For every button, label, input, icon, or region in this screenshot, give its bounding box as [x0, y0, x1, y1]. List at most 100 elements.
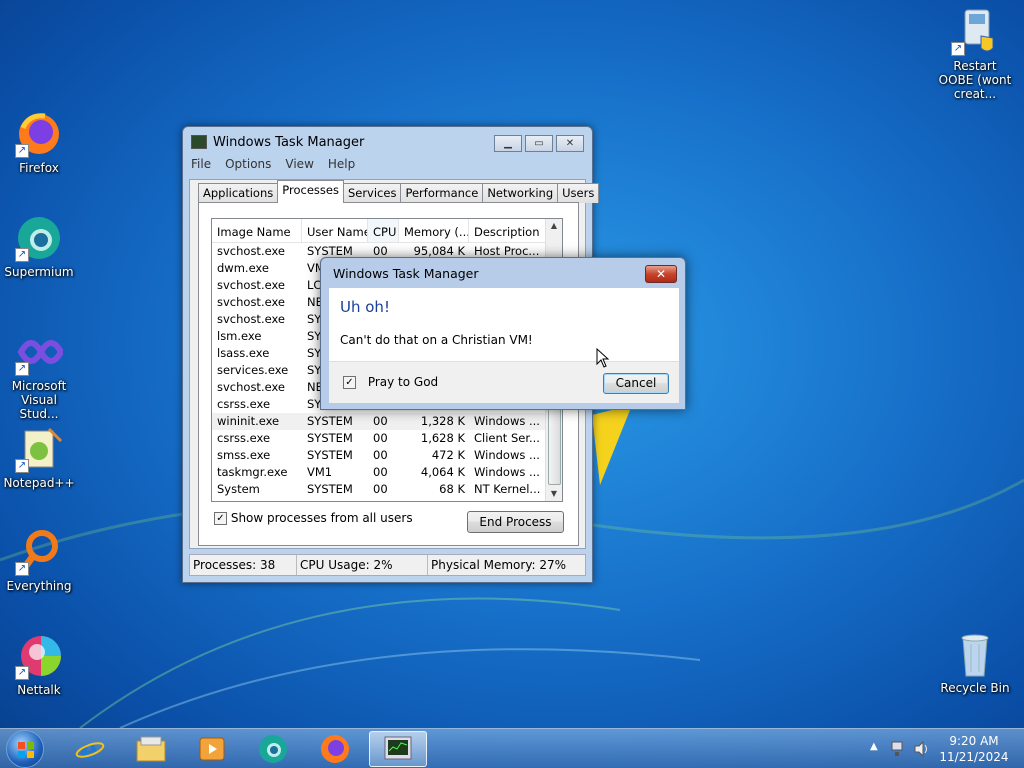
volume-icon[interactable]	[913, 740, 931, 758]
column-memory[interactable]: Memory (...	[399, 219, 469, 242]
windows-logo-icon	[18, 742, 34, 758]
minimize-button[interactable]: ▁	[494, 135, 522, 152]
close-button[interactable]: ✕	[556, 135, 584, 152]
column-image-name[interactable]: Image Name	[212, 219, 302, 242]
pray-checkbox[interactable]: ✓	[343, 376, 356, 389]
cell-memory: 4,064 K	[420, 465, 465, 479]
cancel-button[interactable]: Cancel	[603, 373, 669, 394]
tab-applications[interactable]: Applications	[198, 183, 279, 203]
desktop-icon-nettalk[interactable]: ↗ Nettalk	[1, 632, 77, 697]
tab-users[interactable]: Users	[557, 183, 600, 203]
menu-view[interactable]: View	[285, 157, 313, 175]
cell-user-name: SYSTEM	[307, 431, 353, 445]
taskbar-internet-explorer[interactable]: e	[61, 731, 119, 767]
scroll-up-icon[interactable]: ▲	[546, 219, 562, 233]
status-bar: Processes: 38 CPU Usage: 2% Physical Mem…	[189, 554, 586, 576]
cell-description: Windows ...	[474, 465, 540, 479]
process-row[interactable]: taskmgr.exe VM1 00 4,064 K Windows ...	[212, 464, 562, 481]
cell-description: Windows ...	[474, 448, 540, 462]
everything-search-icon: ↗	[15, 528, 63, 576]
clock[interactable]: 9:20 AM 11/21/2024	[935, 733, 1013, 765]
cell-image-name: svchost.exe	[217, 278, 286, 292]
show-all-users-option[interactable]: ✓ Show processes from all users	[214, 511, 413, 525]
dialog-message: Can't do that on a Christian VM!	[340, 333, 533, 347]
cell-user-name: SYSTEM	[307, 414, 353, 428]
dialog-content: Uh oh! Can't do that on a Christian VM!	[329, 288, 679, 361]
end-process-button[interactable]: End Process	[467, 511, 564, 533]
cell-image-name: smss.exe	[217, 448, 271, 462]
cell-cpu: 00	[373, 448, 388, 462]
desktop-icon-restart-oobe[interactable]: ↗ Restart OOBE (wont creat...	[937, 8, 1013, 101]
cell-image-name: csrss.exe	[217, 431, 271, 445]
clock-date: 11/21/2024	[939, 750, 1009, 764]
window-controls: ▁ ▭ ✕	[491, 135, 584, 152]
process-row[interactable]: csrss.exe SYSTEM 00 1,628 K Client Ser...	[212, 430, 562, 447]
dialog-close-button[interactable]: ✕	[645, 265, 677, 283]
status-physical-memory: Physical Memory: 27%	[431, 558, 567, 572]
tab-strip: Applications Processes Services Performa…	[198, 180, 600, 203]
cell-image-name: System	[217, 482, 260, 496]
menu-options[interactable]: Options	[225, 157, 271, 175]
cell-image-name: wininit.exe	[217, 414, 280, 428]
scroll-down-icon[interactable]: ▼	[546, 487, 562, 501]
status-cpu-usage: CPU Usage: 2%	[297, 555, 428, 575]
desktop-icon-recycle-bin[interactable]: Recycle Bin	[937, 630, 1013, 695]
show-hidden-icons-button[interactable]: ▲	[870, 741, 878, 752]
cell-image-name: lsass.exe	[217, 346, 270, 360]
desktop-icon-supermium[interactable]: ↗ Supermium	[1, 214, 77, 279]
mouse-cursor-icon	[596, 348, 610, 368]
cell-cpu: 00	[373, 414, 388, 428]
clock-time: 9:20 AM	[949, 734, 999, 748]
task-manager-icon	[384, 736, 412, 760]
process-row[interactable]: wininit.exe SYSTEM 00 1,328 K Windows ...	[212, 413, 562, 430]
dialog-title[interactable]: Windows Task Manager	[321, 258, 685, 288]
shortcut-arrow-icon: ↗	[15, 248, 29, 262]
cell-image-name: svchost.exe	[217, 380, 286, 394]
network-icon[interactable]	[890, 740, 906, 758]
process-row[interactable]: System SYSTEM 00 68 K NT Kernel...	[212, 481, 562, 498]
firefox-icon	[321, 735, 349, 763]
pray-option[interactable]: ✓ Pray to God	[343, 375, 438, 389]
status-processes: Processes: 38	[190, 555, 297, 575]
cell-image-name: svchost.exe	[217, 244, 286, 258]
maximize-button[interactable]: ▭	[525, 135, 553, 152]
show-all-users-label: Show processes from all users	[230, 511, 413, 525]
show-all-users-checkbox[interactable]: ✓	[214, 512, 227, 525]
start-button[interactable]	[6, 730, 44, 768]
error-dialog: Windows Task Manager ✕ Uh oh! Can't do t…	[320, 257, 686, 410]
desktop-icon-visual-studio[interactable]: ↗ Microsoft Visual Stud...	[1, 328, 77, 421]
column-cpu[interactable]: CPU	[368, 219, 399, 242]
shortcut-arrow-icon: ↗	[15, 362, 29, 376]
column-description[interactable]: Description	[469, 219, 547, 242]
task-manager-app-icon	[191, 135, 207, 149]
desktop-icon-notepadpp[interactable]: ↗ Notepad++	[1, 425, 77, 490]
desktop-icon-label: Firefox	[19, 161, 59, 175]
media-player-icon	[199, 737, 225, 761]
nettalk-icon: ↗	[15, 632, 63, 680]
cell-user-name: VM1	[307, 465, 333, 479]
taskbar-firefox[interactable]	[306, 731, 364, 767]
menu-help[interactable]: Help	[328, 157, 355, 175]
tab-performance[interactable]: Performance	[400, 183, 484, 203]
cell-cpu: 00	[373, 482, 388, 496]
desktop-icon-label: Nettalk	[17, 683, 61, 697]
cell-user-name: SYSTEM	[307, 482, 353, 496]
cell-image-name: services.exe	[217, 363, 289, 377]
cell-memory: 472 K	[431, 448, 465, 462]
supermium-icon: ↗	[15, 214, 63, 262]
tab-processes[interactable]: Processes	[277, 180, 344, 203]
desktop-icon-firefox[interactable]: ↗ Firefox	[1, 110, 77, 175]
restart-oobe-icon: ↗	[951, 8, 999, 56]
desktop-icon-everything[interactable]: ↗ Everything	[1, 528, 77, 593]
taskbar-file-explorer[interactable]	[122, 731, 180, 767]
process-row[interactable]: smss.exe SYSTEM 00 472 K Windows ...	[212, 447, 562, 464]
column-user-name[interactable]: User Name	[302, 219, 368, 242]
tab-services[interactable]: Services	[342, 183, 402, 203]
taskbar-media-player[interactable]	[183, 731, 241, 767]
folder-icon	[136, 736, 166, 762]
tab-networking[interactable]: Networking	[482, 183, 559, 203]
taskbar-task-manager[interactable]	[369, 731, 427, 767]
pray-label: Pray to God	[367, 375, 439, 389]
menu-file[interactable]: File	[191, 157, 211, 175]
taskbar-supermium[interactable]	[244, 731, 302, 767]
